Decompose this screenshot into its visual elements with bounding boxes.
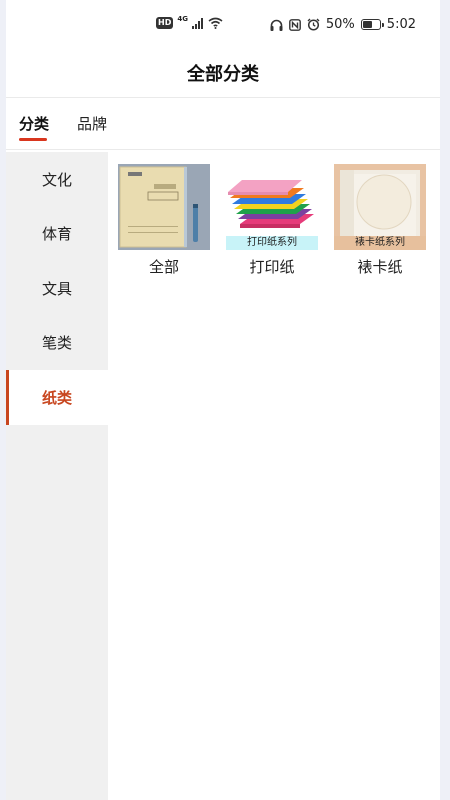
subcategory-label: 裱卡纸 (357, 258, 403, 276)
wifi-icon (208, 17, 223, 29)
subcategory-label: 打印纸 (249, 258, 295, 276)
subcategory-grid: 全部 打印纸系列 打印纸 裱卡纸系列 裱卡纸 (118, 164, 426, 277)
sidebar-item-label: 笔类 (41, 334, 72, 353)
subcategory-panel: 全部 打印纸系列 打印纸 裱卡纸系列 裱卡纸 (108, 152, 440, 800)
network-label: 4G (177, 15, 188, 23)
category-sidebar: 文化 体育 文具 笔类 纸类 (6, 152, 108, 800)
app-screen: HD 4G 50% 5:02 全部分类 分类 品牌 文化 体育 文具 笔类 纸类… (6, 0, 440, 800)
mount-board-thumbnail: 裱卡纸系列 (334, 164, 426, 250)
status-right: 50% 5:02 (270, 17, 416, 32)
subcategory-card-printing-paper[interactable]: 打印纸系列 打印纸 (226, 164, 318, 277)
tab-category[interactable]: 分类 (19, 113, 49, 134)
alarm-icon (307, 18, 320, 31)
status-left: HD 4G (156, 15, 223, 29)
subcategory-label: 全部 (148, 258, 179, 276)
sidebar-item-label: 文化 (41, 170, 72, 189)
sidebar-item-label: 纸类 (41, 388, 72, 407)
tab-bar: 分类 品牌 (6, 98, 440, 150)
thumbnail-banner: 裱卡纸系列 (334, 236, 426, 250)
printing-paper-thumbnail: 打印纸系列 (226, 164, 318, 250)
hd-badge: HD (156, 17, 174, 29)
sidebar-item-pens[interactable]: 笔类 (6, 316, 108, 371)
thumbnail-banner: 打印纸系列 (226, 236, 318, 250)
sidebar-item-stationery[interactable]: 文具 (6, 261, 108, 316)
tab-brand[interactable]: 品牌 (77, 113, 107, 134)
notebook-thumbnail (118, 164, 210, 250)
header: 全部分类 (6, 48, 440, 98)
battery-percent: 50% (325, 17, 355, 32)
sidebar-item-paper[interactable]: 纸类 (6, 370, 108, 425)
headphones-icon (270, 19, 283, 31)
battery-icon (360, 19, 384, 30)
sidebar-item-label: 文具 (41, 279, 72, 298)
tab-indicator (19, 138, 47, 141)
sidebar-item-culture[interactable]: 文化 (6, 152, 108, 207)
sidebar-item-sports[interactable]: 体育 (6, 207, 108, 262)
nfc-icon (288, 18, 301, 31)
subcategory-card-mount-board[interactable]: 裱卡纸系列 裱卡纸 (334, 164, 426, 277)
signal-icon (191, 17, 203, 29)
status-bar: HD 4G 50% 5:02 (6, 0, 440, 48)
sidebar-item-label: 体育 (41, 225, 72, 244)
clock: 5:02 (386, 17, 416, 32)
subcategory-card-all[interactable]: 全部 (118, 164, 210, 277)
page-title: 全部分类 (187, 64, 259, 85)
